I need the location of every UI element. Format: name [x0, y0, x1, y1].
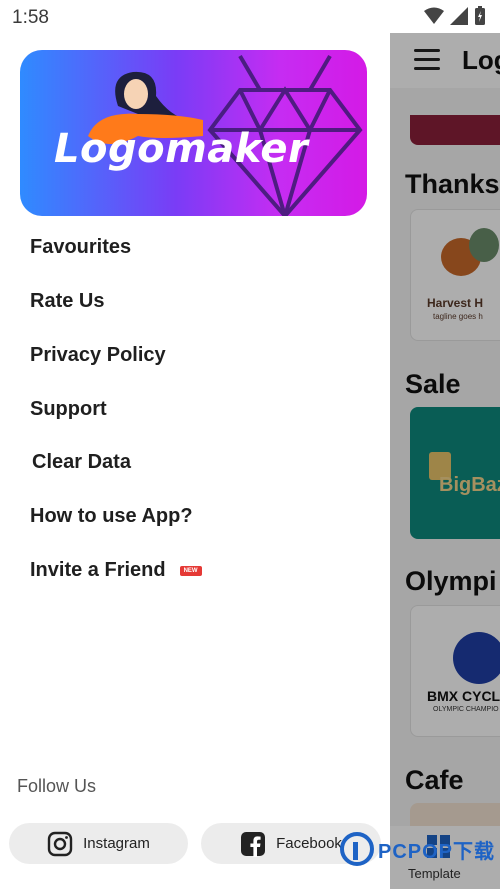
menu-item-clear-data[interactable]: Clear Data [32, 451, 131, 474]
pcpop-logo-icon [340, 832, 374, 866]
facebook-icon [241, 831, 266, 857]
menu-item-label: Invite a Friend [30, 559, 166, 581]
logomaker-banner: Logomaker [20, 50, 367, 216]
menu-item-favourites[interactable]: Favourites [30, 236, 131, 259]
menu-item-rate-us[interactable]: Rate Us [30, 290, 104, 313]
menu-item-support[interactable]: Support [30, 398, 107, 421]
menu-item-label: Clear Data [32, 451, 131, 473]
menu-item-label: Rate Us [30, 290, 105, 312]
follow-us-label: Follow Us [17, 776, 97, 796]
battery-icon [475, 6, 485, 25]
signal-icon [450, 7, 468, 25]
wifi-icon [424, 7, 444, 24]
menu-item-label: How to use App? [30, 505, 193, 527]
menu-item-how-to-use[interactable]: How to use App? [30, 505, 193, 528]
menu-item-label: Support [30, 398, 107, 420]
menu-item-privacy-policy[interactable]: Privacy Policy [30, 344, 166, 367]
status-bar: 1:58 [0, 0, 500, 33]
facebook-label: Facebook [276, 835, 342, 852]
menu-item-invite-friend[interactable]: Invite a Friend NEW [30, 559, 202, 582]
new-badge: NEW [179, 565, 202, 576]
instagram-icon [47, 831, 73, 856]
status-time: 1:58 [12, 7, 49, 28]
menu-item-label: Favourites [30, 236, 132, 258]
status-icons [424, 6, 486, 26]
watermark-text: PCPOP下载 [378, 840, 496, 863]
instagram-label: Instagram [83, 835, 150, 852]
scrim-overlay[interactable] [390, 33, 500, 889]
watermark: PCPOP下载 [340, 832, 495, 866]
instagram-button[interactable]: Instagram [9, 823, 188, 864]
navigation-drawer: Logomaker Favourites Rate Us Privacy Pol… [0, 0, 390, 889]
menu-item-label: Privacy Policy [30, 344, 166, 366]
banner-title: Logomaker [54, 126, 309, 172]
